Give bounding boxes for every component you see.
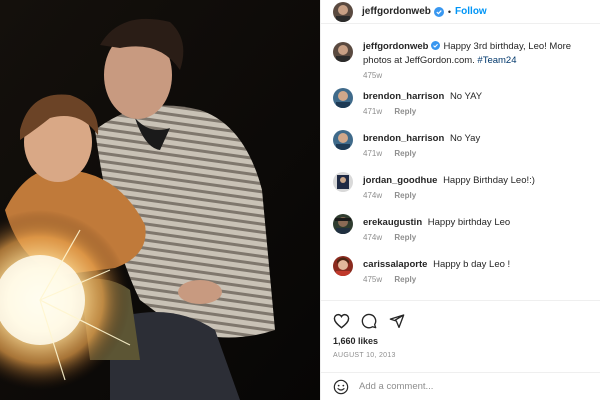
comment-item: brendon_harrison No Yay 471w Reply	[321, 128, 600, 170]
comment-age: 475w	[363, 275, 383, 284]
comment-body: Happy birthday Leo	[427, 217, 511, 228]
comment-age: 471w	[363, 107, 383, 116]
comment-meta: 471w Reply	[363, 149, 480, 158]
comment-body: Happy b day Leo !	[433, 259, 511, 270]
author-avatar[interactable]	[333, 42, 353, 62]
comment-item: erekaugustin Happy birthday Leo 474w Rep…	[321, 212, 600, 254]
reply-button[interactable]: Reply	[394, 149, 416, 158]
post-date: AUGUST 10, 2013	[333, 352, 396, 359]
caption: jeffgordonweb Happy 3rd birthday, Leo! Mo…	[321, 36, 600, 86]
verified-badge-icon	[433, 6, 444, 17]
comment-meta: 475w Reply	[363, 275, 510, 284]
comment-age: 474w	[363, 191, 383, 200]
comment-body: No YAY	[449, 91, 483, 102]
comment-text: carissalaporte Happy b day Leo !	[363, 254, 510, 271]
reply-button[interactable]: Reply	[394, 275, 416, 284]
comment-text: jordan_goodhue Happy Birthday Leo!:)	[363, 170, 535, 187]
caption-hashtag[interactable]: #Team24	[477, 55, 516, 66]
commenter-avatar[interactable]	[333, 88, 353, 108]
follow-button[interactable]: Follow	[455, 6, 487, 17]
share-icon[interactable]	[387, 311, 407, 331]
comment-body: Happy Birthday Leo!:)	[443, 175, 535, 186]
reply-button[interactable]: Reply	[394, 107, 416, 116]
reply-button[interactable]: Reply	[394, 191, 416, 200]
comment-username[interactable]: jordan_goodhue	[363, 175, 437, 186]
comment-username[interactable]: brendon_harrison	[363, 91, 444, 102]
comment-username[interactable]: brendon_harrison	[363, 133, 444, 144]
post-side-panel: jeffgordonweb • Follow jeffgordonweb Happ…	[320, 0, 600, 400]
verified-badge-icon	[431, 41, 441, 54]
comment-meta: 474w Reply	[363, 191, 535, 200]
post-header: jeffgordonweb • Follow	[321, 0, 600, 24]
post-actions	[321, 300, 600, 340]
caption-age: 475w	[363, 71, 383, 80]
comment-age: 471w	[363, 149, 383, 158]
caption-text: jeffgordonweb Happy 3rd birthday, Leo! Mo…	[363, 40, 589, 67]
commenter-avatar[interactable]	[333, 130, 353, 150]
comment-meta: 474w Reply	[363, 233, 510, 242]
comment-age: 474w	[363, 233, 383, 242]
comment-text: brendon_harrison No YAY	[363, 86, 482, 103]
caption-username[interactable]: jeffgordonweb	[363, 41, 428, 52]
emoji-icon[interactable]	[333, 379, 349, 395]
heart-icon[interactable]	[331, 311, 351, 331]
comment-item: carissalaporte Happy b day Leo ! 475w Re…	[321, 254, 600, 296]
likes-count[interactable]: 1,660 likes	[333, 336, 378, 346]
comment-text: erekaugustin Happy birthday Leo	[363, 212, 510, 229]
author-username[interactable]: jeffgordonweb	[362, 6, 431, 17]
commenter-avatar[interactable]	[333, 256, 353, 276]
commenter-avatar[interactable]	[333, 214, 353, 234]
post-photo[interactable]	[0, 0, 320, 400]
photo-image	[0, 0, 320, 400]
comments-list: jeffgordonweb Happy 3rd birthday, Leo! Mo…	[321, 36, 600, 296]
author-avatar[interactable]	[333, 1, 353, 22]
reply-button[interactable]: Reply	[394, 233, 416, 242]
comment-body: No Yay	[449, 133, 481, 144]
comment-icon[interactable]	[359, 311, 379, 331]
comment-text: brendon_harrison No Yay	[363, 128, 480, 145]
comment-item: brendon_harrison No YAY 471w Reply	[321, 86, 600, 128]
commenter-avatar[interactable]	[333, 172, 353, 192]
comment-input[interactable]	[359, 381, 579, 392]
add-comment-bar	[321, 372, 600, 400]
comment-meta: 471w Reply	[363, 107, 482, 116]
comment-username[interactable]: carissalaporte	[363, 259, 427, 270]
comment-username[interactable]: erekaugustin	[363, 217, 422, 228]
caption-meta: 475w	[363, 71, 589, 80]
comment-item: jordan_goodhue Happy Birthday Leo!:) 474…	[321, 170, 600, 212]
header-separator: •	[447, 6, 452, 17]
